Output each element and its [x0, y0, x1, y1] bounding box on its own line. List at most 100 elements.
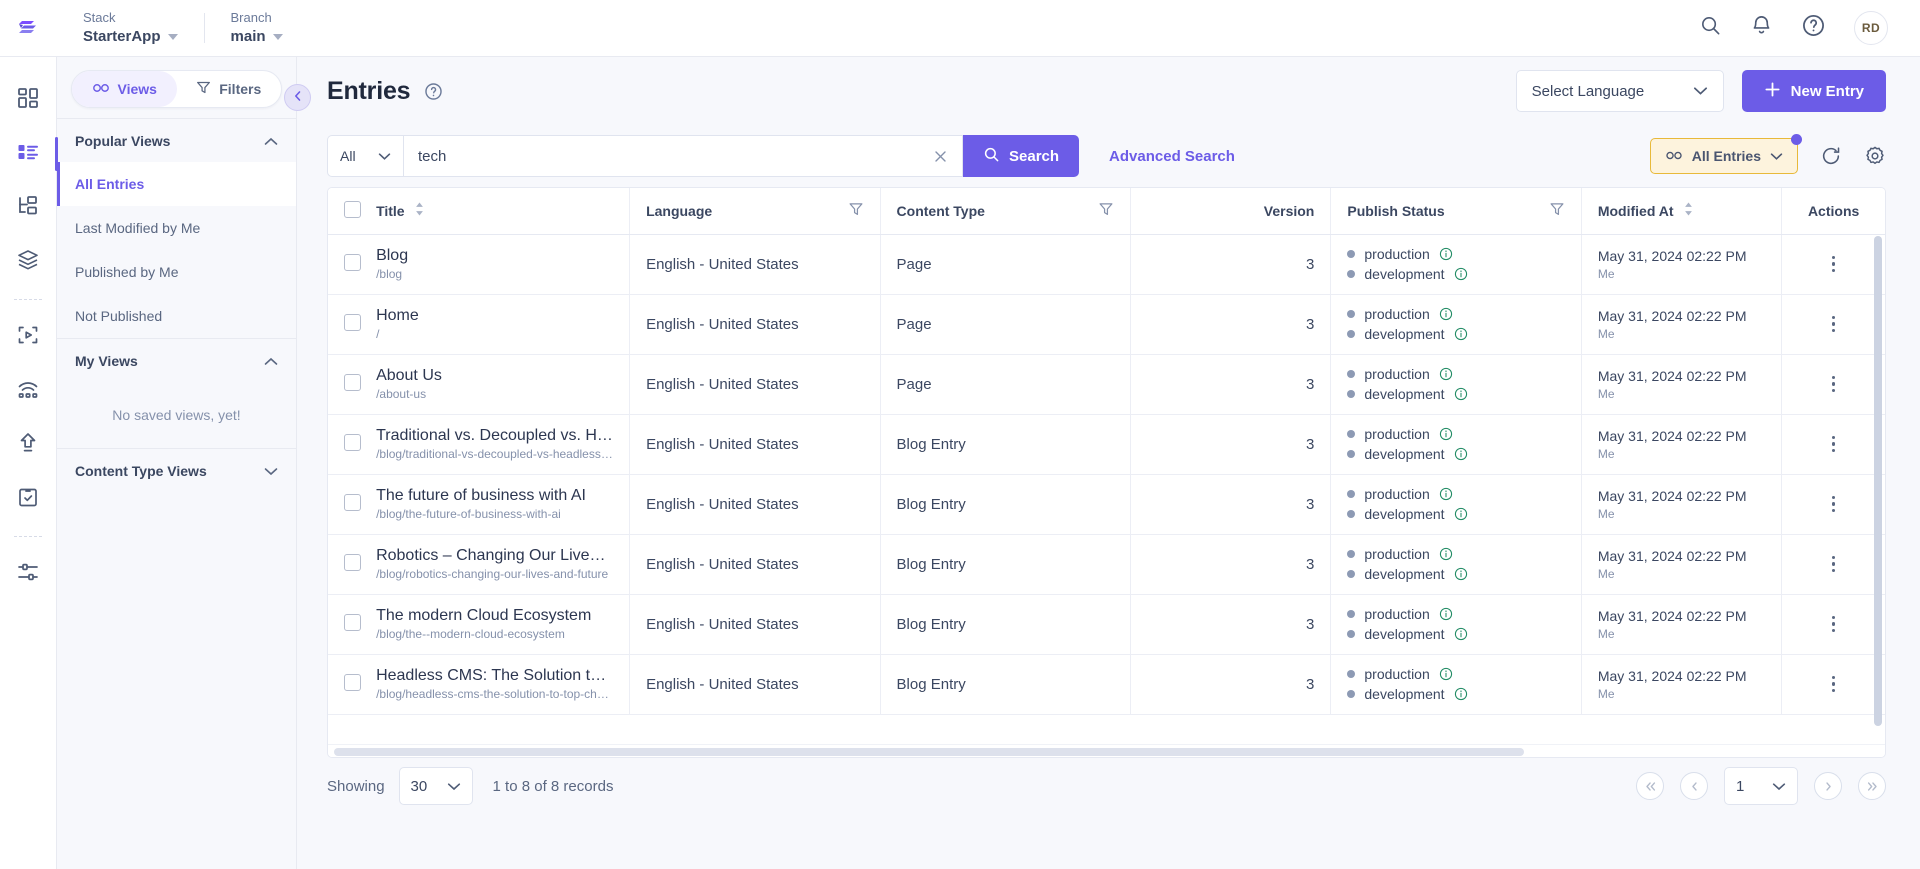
info-circle-icon[interactable]: [1454, 327, 1468, 341]
sidebar-item-not-published[interactable]: Not Published: [57, 294, 296, 338]
row-actions-menu-icon[interactable]: [1798, 435, 1869, 453]
info-circle-icon[interactable]: [1439, 547, 1453, 561]
rail-item-live-preview[interactable]: [0, 310, 57, 364]
row-checkbox[interactable]: [344, 373, 361, 391]
info-circle-icon[interactable]: [1454, 387, 1468, 401]
entry-title-link[interactable]: The future of business with AI: [376, 485, 613, 506]
contentstack-logo-icon[interactable]: [0, 15, 57, 41]
advanced-search-link[interactable]: Advanced Search: [1109, 148, 1235, 165]
notifications-bell-icon[interactable]: [1750, 14, 1773, 42]
tab-filters[interactable]: Filters: [177, 71, 282, 107]
section-content-type-views[interactable]: Content Type Views: [57, 448, 296, 492]
first-page-button[interactable]: [1636, 772, 1664, 800]
row-checkbox[interactable]: [344, 613, 361, 631]
col-header-title[interactable]: Title: [366, 188, 630, 235]
filter-funnel-icon[interactable]: [848, 201, 864, 220]
rail-item-publish-queue[interactable]: [0, 418, 57, 472]
entry-title-link[interactable]: Blog: [376, 245, 613, 266]
row-actions-menu-icon[interactable]: [1798, 555, 1869, 573]
horizontal-scrollbar[interactable]: [328, 744, 1885, 757]
sort-icon[interactable]: [1684, 202, 1693, 219]
avatar[interactable]: RD: [1854, 11, 1888, 45]
table-row[interactable]: Headless CMS: The Solution to T…/blog/he…: [328, 654, 1885, 715]
row-actions-menu-icon[interactable]: [1798, 375, 1869, 393]
info-circle-icon[interactable]: [1439, 307, 1453, 321]
row-checkbox[interactable]: [344, 553, 361, 571]
page-number-select[interactable]: 1: [1724, 767, 1798, 805]
rail-item-assets[interactable]: [0, 235, 57, 289]
row-actions-menu-icon[interactable]: [1798, 675, 1869, 693]
prev-page-button[interactable]: [1680, 772, 1708, 800]
table-row[interactable]: The future of business with AI/blog/the-…: [328, 474, 1885, 535]
page-size-select[interactable]: 30: [398, 767, 473, 805]
info-circle-icon[interactable]: [1439, 487, 1453, 501]
page-help-icon[interactable]: [424, 82, 443, 101]
language-select[interactable]: Select Language: [1515, 70, 1724, 112]
table-row[interactable]: Blog/blog English - United States Page 3 pro…: [328, 234, 1885, 295]
tab-views[interactable]: Views: [72, 71, 177, 107]
info-circle-icon[interactable]: [1454, 447, 1468, 461]
next-page-button[interactable]: [1814, 772, 1842, 800]
info-circle-icon[interactable]: [1454, 267, 1468, 281]
rail-item-entries[interactable]: [0, 127, 58, 181]
section-my-views[interactable]: My Views: [57, 338, 296, 382]
info-circle-icon[interactable]: [1439, 427, 1453, 441]
table-row[interactable]: Robotics – Changing Our Lives an…/blog/r…: [328, 534, 1885, 595]
info-circle-icon[interactable]: [1454, 507, 1468, 521]
info-circle-icon[interactable]: [1439, 667, 1453, 681]
info-circle-icon[interactable]: [1454, 687, 1468, 701]
rail-item-audit-log[interactable]: [0, 472, 57, 526]
row-checkbox[interactable]: [344, 673, 361, 691]
rail-item-dashboard[interactable]: [0, 73, 57, 127]
table-row[interactable]: The modern Cloud Ecosystem/blog/the--mod…: [328, 594, 1885, 655]
entry-title-link[interactable]: Traditional vs. Decoupled vs. Hea…: [376, 425, 613, 446]
search-button[interactable]: Search: [963, 135, 1080, 177]
horizontal-scrollbar-thumb[interactable]: [334, 748, 1524, 756]
filter-funnel-icon[interactable]: [1098, 201, 1114, 220]
sidebar-item-all-entries[interactable]: All Entries: [57, 162, 296, 206]
row-checkbox[interactable]: [344, 253, 361, 271]
select-all-checkbox[interactable]: [344, 200, 361, 218]
col-header-modified-at[interactable]: Modified At: [1580, 188, 1782, 235]
new-entry-button[interactable]: New Entry: [1741, 70, 1886, 112]
entry-title-link[interactable]: Headless CMS: The Solution to T…: [376, 665, 613, 686]
sort-icon[interactable]: [415, 202, 424, 219]
search-scope-select[interactable]: All: [327, 135, 403, 177]
info-circle-icon[interactable]: [1439, 367, 1453, 381]
entry-title-link[interactable]: The modern Cloud Ecosystem: [376, 605, 613, 626]
vertical-scrollbar[interactable]: [1874, 236, 1882, 726]
rail-item-content-models[interactable]: [0, 181, 57, 235]
refresh-icon[interactable]: [1820, 145, 1842, 167]
help-circle-icon[interactable]: [1801, 13, 1826, 43]
entry-title-link[interactable]: Home: [376, 305, 613, 326]
row-checkbox[interactable]: [344, 493, 361, 511]
gear-icon[interactable]: [1864, 145, 1886, 167]
row-checkbox[interactable]: [344, 313, 361, 331]
collapse-sidebar-button[interactable]: [284, 84, 311, 111]
filter-funnel-icon[interactable]: [1549, 201, 1565, 220]
sidebar-item-last-modified-by-me[interactable]: Last Modified by Me: [57, 206, 296, 250]
row-actions-menu-icon[interactable]: [1798, 495, 1869, 513]
info-circle-icon[interactable]: [1439, 247, 1453, 261]
clear-search-icon[interactable]: [925, 149, 948, 164]
row-checkbox[interactable]: [344, 433, 361, 451]
branch-switcher[interactable]: Branch main: [205, 9, 309, 47]
active-view-chip[interactable]: All Entries: [1649, 134, 1802, 174]
entry-title-link[interactable]: Robotics – Changing Our Lives an…: [376, 545, 613, 566]
rail-item-settings[interactable]: [0, 547, 57, 601]
info-circle-icon[interactable]: [1454, 567, 1468, 581]
table-row[interactable]: Home / English - United States Page 3 product…: [328, 294, 1885, 355]
row-actions-menu-icon[interactable]: [1798, 315, 1869, 333]
stack-switcher[interactable]: Stack StarterApp: [57, 9, 204, 47]
search-input[interactable]: [418, 147, 925, 165]
table-row[interactable]: Traditional vs. Decoupled vs. Hea…/blog/…: [328, 414, 1885, 475]
section-popular-views[interactable]: Popular Views: [57, 118, 296, 162]
search-icon[interactable]: [1699, 14, 1722, 42]
last-page-button[interactable]: [1858, 772, 1886, 800]
sidebar-item-published-by-me[interactable]: Published by Me: [57, 250, 296, 294]
row-actions-menu-icon[interactable]: [1798, 615, 1869, 633]
info-circle-icon[interactable]: [1439, 607, 1453, 621]
table-row[interactable]: About Us/about-us English - United States…: [328, 354, 1885, 415]
entry-title-link[interactable]: About Us: [376, 365, 613, 386]
row-actions-menu-icon[interactable]: [1798, 255, 1869, 273]
